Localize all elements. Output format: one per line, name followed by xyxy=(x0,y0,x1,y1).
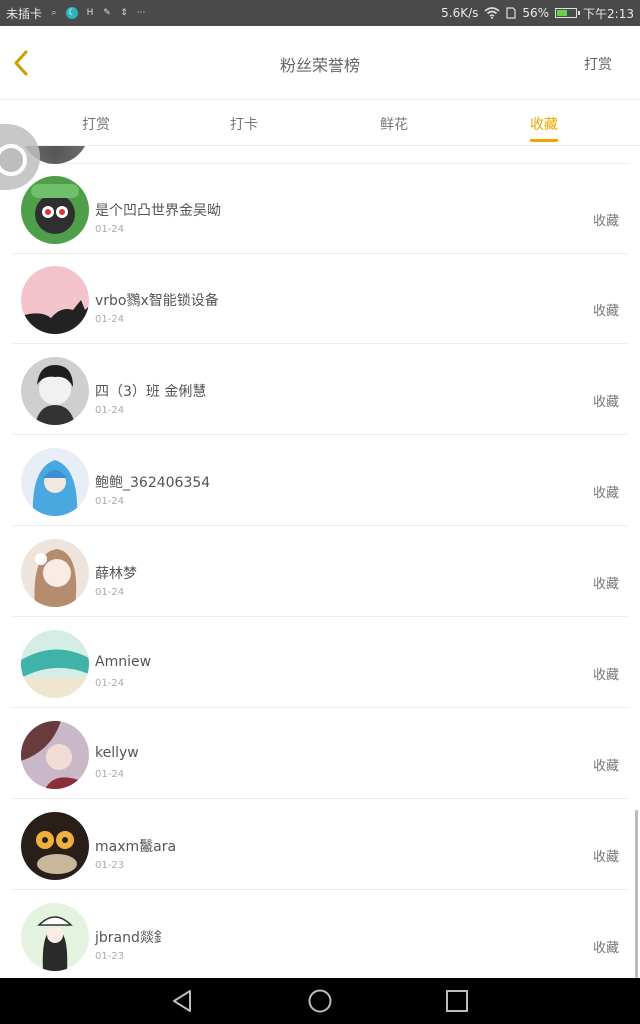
h-icon: H xyxy=(86,8,94,18)
user-name: maxm鬣ara xyxy=(95,839,177,855)
tab-checkin[interactable]: 打卡 xyxy=(230,114,258,134)
favorite-label: 收藏 xyxy=(592,668,619,683)
list-item[interactable]: kellyw 01-24 收藏 xyxy=(11,709,629,799)
user-name: 四（3）班 金俐慧 xyxy=(95,384,207,400)
item-date: 01-23 xyxy=(95,860,125,871)
list-item[interactable]: Amniew 01-24 收藏 xyxy=(11,618,629,708)
avatar[interactable] xyxy=(21,630,89,698)
back-nav-button[interactable] xyxy=(170,988,196,1014)
avatar[interactable] xyxy=(21,176,89,244)
active-tab-indicator xyxy=(530,139,558,142)
more-icon: ··· xyxy=(136,8,146,18)
item-date: 01-24 xyxy=(95,224,125,235)
user-name: jbrand燚釒 xyxy=(95,930,168,946)
list-item[interactable]: 薛林梦 01-24 收藏 xyxy=(11,527,629,617)
page-title: 粉丝荣誉榜 xyxy=(279,56,360,75)
moon-icon: ☾ xyxy=(66,7,79,19)
scrollbar[interactable] xyxy=(635,810,638,978)
list-item[interactable]: 鲍鲍_362406354 01-24 收藏 xyxy=(11,436,629,526)
list-item[interactable]: maxm鬣ara 01-23 收藏 xyxy=(11,800,629,890)
app-header: 粉丝荣誉榜 打赏 xyxy=(0,26,640,100)
battery-icon xyxy=(555,8,581,18)
carrier-label: 未插卡 xyxy=(6,6,43,21)
user-name: 薛林梦 xyxy=(95,566,137,582)
wifi-icon xyxy=(484,7,500,19)
recents-nav-button[interactable] xyxy=(444,988,470,1014)
list-item[interactable]: jbrand燚釒 01-23 收藏 xyxy=(11,891,629,978)
search-icon: ⌕ xyxy=(51,8,57,18)
tab-label: 打赏 xyxy=(82,117,110,133)
network-speed: 5.6K/s xyxy=(441,6,479,20)
avatar[interactable] xyxy=(21,903,89,971)
avatar[interactable] xyxy=(21,357,89,425)
favorite-label: 收藏 xyxy=(592,759,619,774)
battery-percent: 56% xyxy=(522,6,550,20)
user-name: 是个凹凸世界金吴呦 xyxy=(95,203,221,219)
user-name: 鲍鲍_362406354 xyxy=(95,475,211,491)
user-name: kellyw xyxy=(95,745,139,761)
item-date: 01-24 xyxy=(95,769,125,780)
item-date: 01-24 xyxy=(95,496,125,507)
system-nav-bar xyxy=(0,978,640,1024)
list-item[interactable]: vrbo鷚x智能锁设备 01-24 收藏 xyxy=(11,254,629,344)
clock: 下午2:13 xyxy=(583,6,634,21)
settings-icon: ✎ xyxy=(103,8,111,18)
user-name: Amniew xyxy=(95,654,152,670)
item-date: 01-24 xyxy=(95,678,125,689)
item-date: 01-24 xyxy=(95,314,125,325)
home-nav-button[interactable] xyxy=(307,988,333,1014)
avatar[interactable] xyxy=(21,448,89,516)
circle-icon xyxy=(0,144,27,176)
tab-favorites[interactable]: 收藏 xyxy=(530,114,558,142)
item-date: 01-24 xyxy=(95,587,125,598)
item-date: 01-24 xyxy=(95,405,125,416)
tab-label: 收藏 xyxy=(530,117,558,133)
item-date: 01-23 xyxy=(95,951,125,962)
favorite-label: 收藏 xyxy=(592,395,619,410)
tab-flowers[interactable]: 鲜花 xyxy=(380,114,408,134)
circle-home-icon xyxy=(308,989,332,1013)
status-bar: 未插卡 ⌕ ☾ H ✎ ⇕ ··· 5.6K/s 56% 下午2:13 xyxy=(0,0,640,26)
favorite-label: 收藏 xyxy=(592,486,619,501)
list-item[interactable]: 是个凹凸世界金吴呦 01-24 收藏 xyxy=(11,164,629,254)
favorite-label: 收藏 xyxy=(592,850,619,865)
square-recents-icon xyxy=(446,990,468,1012)
avatar[interactable] xyxy=(21,812,89,880)
avatar[interactable] xyxy=(21,539,89,607)
favorite-label: 收藏 xyxy=(592,941,619,956)
user-name: vrbo鷚x智能锁设备 xyxy=(95,293,219,309)
sim-icon xyxy=(506,7,516,19)
tip-button[interactable]: 打赏 xyxy=(584,54,612,74)
nav-icon: ⇕ xyxy=(120,8,128,18)
tab-tip[interactable]: 打赏 xyxy=(82,114,110,134)
favorite-label: 收藏 xyxy=(592,214,619,229)
tab-label: 鲜花 xyxy=(380,117,408,133)
favorite-label: 收藏 xyxy=(592,577,619,592)
triangle-back-icon xyxy=(173,990,191,1012)
list-item[interactable]: 四（3）班 金俐慧 01-24 收藏 xyxy=(11,345,629,435)
avatar[interactable] xyxy=(21,266,89,334)
tab-label: 打卡 xyxy=(230,117,258,133)
fan-list: 是个凹凸世界金吴呦 01-24 收藏 vrbo鷚x智能锁设备 01-24 收藏 … xyxy=(0,146,640,978)
favorite-label: 收藏 xyxy=(592,304,619,319)
list-item-partial xyxy=(11,146,629,164)
tab-bar: 打赏 打卡 鲜花 收藏 xyxy=(0,100,640,146)
avatar[interactable] xyxy=(21,721,89,789)
